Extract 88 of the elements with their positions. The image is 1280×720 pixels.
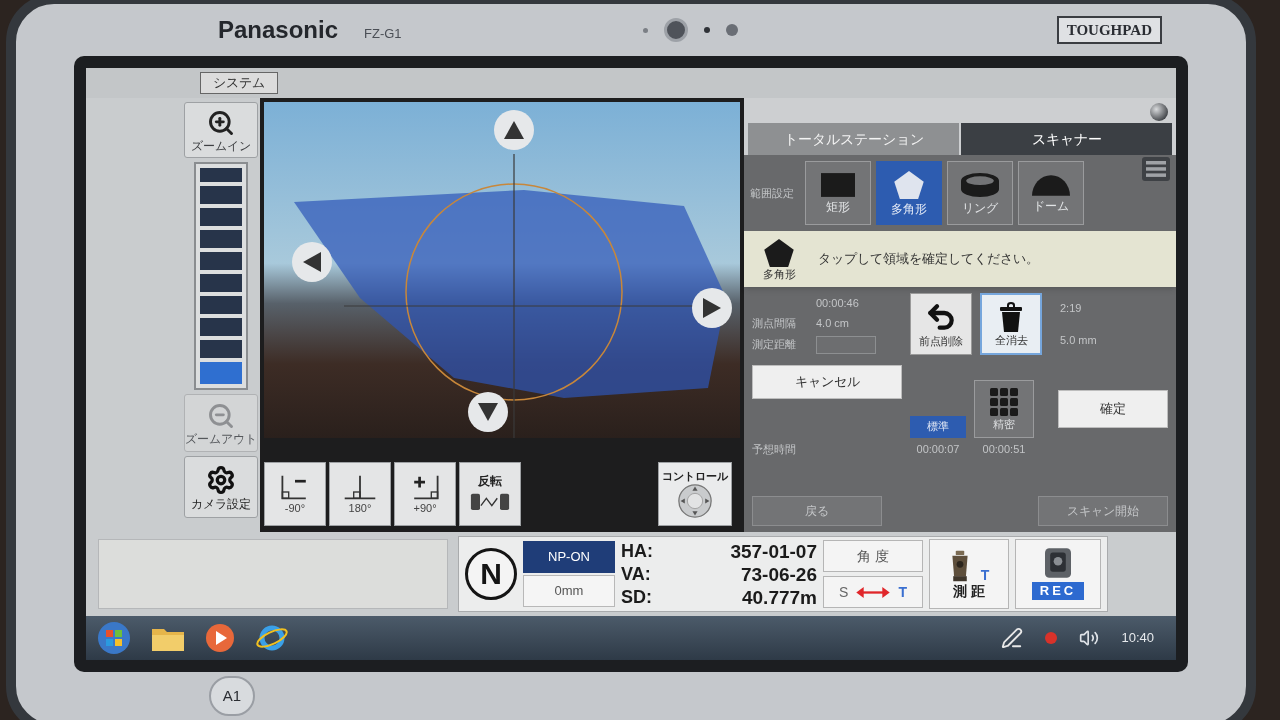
zoom-out-button[interactable]: ズームアウト <box>184 394 258 452</box>
zoom-segment <box>200 296 242 315</box>
shape-option[interactable]: リング <box>947 161 1013 225</box>
undo-arrow-icon <box>925 301 957 333</box>
reading-value: 40.777m <box>741 585 817 609</box>
point-edit-button[interactable]: 前点削除 <box>910 293 972 355</box>
triangle-right-icon <box>703 298 721 318</box>
swap-button[interactable]: S T <box>823 576 923 608</box>
brand-logo: Panasonic <box>218 15 339 45</box>
pen-icon[interactable] <box>1001 627 1024 649</box>
trash-icon <box>999 302 1023 332</box>
zoom-segment <box>200 274 242 293</box>
dome-icon <box>1032 174 1070 196</box>
reading-label: SD: <box>621 585 653 609</box>
zoom-out-icon <box>207 401 235 430</box>
system-button[interactable]: システム <box>200 72 278 94</box>
rectangle-icon <box>821 173 855 197</box>
prism-offset-value: 0mm <box>523 575 615 607</box>
menu-icon[interactable] <box>1142 157 1170 181</box>
time-value: 2:19 <box>1060 300 1083 316</box>
shape-option[interactable]: ドーム <box>1018 161 1084 225</box>
density-option[interactable]: 標準 <box>910 415 966 438</box>
scanner-device-icon <box>1045 548 1071 578</box>
distance-field[interactable] <box>816 335 876 354</box>
play-icon[interactable] <box>206 624 234 652</box>
time-value: 00:00:07 <box>916 441 960 457</box>
zoom-segment <box>200 168 242 183</box>
zoom-segment <box>200 252 242 271</box>
double-arrow-icon <box>856 585 891 599</box>
clock-time[interactable]: 10:40 <box>1121 628 1164 648</box>
angle-button[interactable]: 角 度 <box>823 540 923 572</box>
interval-value: 4.0 cm <box>816 316 849 331</box>
zoom-segment <box>200 318 242 337</box>
pentagon-icon <box>894 171 924 199</box>
camera-settings-button[interactable]: カメラ設定 <box>184 456 258 518</box>
cancel-button[interactable]: キャンセル <box>752 365 902 399</box>
camera-lens-icon <box>663 18 688 42</box>
time-label: 予想時間 <box>752 441 797 457</box>
confirm-button[interactable]: 確定 <box>1058 390 1168 428</box>
zoom-in-icon <box>207 108 235 137</box>
prism-mode-button[interactable]: NP-ON <box>523 541 615 573</box>
interval-label: 測点間隔 <box>752 316 797 331</box>
zoom-segment <box>200 186 242 205</box>
reading-label: VA: <box>621 562 652 586</box>
model-label: FZ-G1 <box>364 25 402 43</box>
zoom-in-button[interactable]: ズームイン <box>184 102 258 158</box>
ring-icon <box>961 172 999 198</box>
instruction-message: タップして領域を確定してください。 <box>818 250 1039 269</box>
triangle-down-icon <box>478 403 498 421</box>
zoom-bar[interactable] <box>194 162 248 390</box>
reading-value: 357-01-07 <box>729 539 817 563</box>
settings-icon <box>206 464 236 495</box>
point-edit-button[interactable]: 全消去 <box>980 293 1042 355</box>
shape-name: 多角形 <box>762 268 796 280</box>
triangle-left-icon <box>303 252 321 272</box>
resolution-value: 5.0 mm <box>1060 333 1097 348</box>
rotate-button[interactable]: 180° <box>329 462 391 526</box>
rotate-button[interactable]: -90° <box>264 462 326 526</box>
grid-icon <box>990 387 1018 416</box>
time-value: 00:00:51 <box>982 441 1026 457</box>
sphere-icon <box>1150 103 1168 121</box>
pentagon-icon <box>764 238 794 267</box>
north-button[interactable]: N <box>465 548 517 600</box>
dpad-icon <box>678 483 712 518</box>
zoom-segment <box>200 340 242 359</box>
rotate-button[interactable]: +90° <box>394 462 456 526</box>
hardware-button[interactable]: A1 <box>209 676 255 716</box>
triangle-up-icon <box>504 121 524 139</box>
range-setting-label: 範囲設定 <box>750 185 795 201</box>
zoom-segment <box>200 230 242 249</box>
brand-badge: TOUGHPAD <box>1056 15 1162 45</box>
measure-button[interactable]: T 測 距 <box>929 539 1009 609</box>
density-option[interactable]: 精密 <box>974 379 1034 438</box>
reading-label: HA: <box>621 539 653 563</box>
rotate-button[interactable]: 反転 <box>459 462 521 526</box>
time-value: 00:00:46 <box>816 296 859 309</box>
zoom-segment <box>200 208 242 227</box>
tab[interactable]: スキャナー <box>961 123 1172 155</box>
control-button[interactable]: コントロール <box>658 462 732 526</box>
tee-icon <box>342 474 378 501</box>
shape-option[interactable]: 多角形 <box>876 161 942 225</box>
shape-option[interactable]: 矩形 <box>805 161 871 225</box>
browser-icon[interactable] <box>256 624 288 652</box>
distance-label: 測定距離 <box>752 337 797 353</box>
speaker-icon[interactable] <box>1079 628 1100 648</box>
start-orb-icon[interactable] <box>98 622 130 654</box>
reading-value: 73-06-26 <box>739 562 817 586</box>
record-button[interactable]: REC <box>1015 539 1101 609</box>
